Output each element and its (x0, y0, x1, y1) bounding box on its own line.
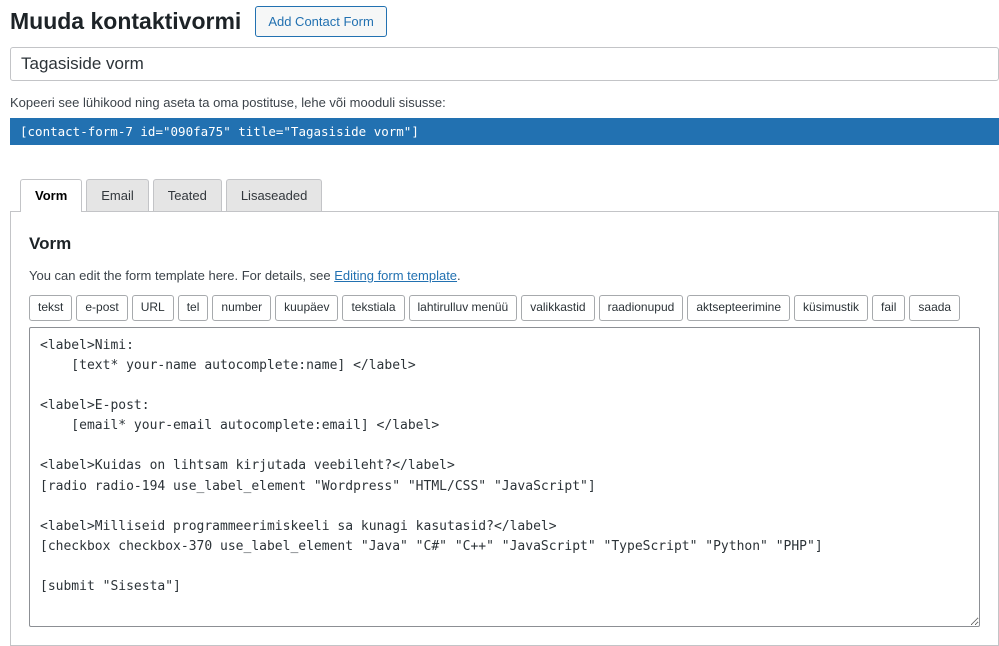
contact-form-edit-page: Muuda kontaktivormi Add Contact Form Kop… (0, 0, 999, 646)
tag-button-tekst[interactable]: tekst (29, 295, 72, 321)
editor-tabs: VormEmailTeatedLisaseaded (20, 179, 999, 211)
tag-button-lahtirulluv-menüü[interactable]: lahtirulluv menüü (409, 295, 518, 321)
tag-button-aktsepteerimine[interactable]: aktsepteerimine (687, 295, 790, 321)
tag-button-tel[interactable]: tel (178, 295, 209, 321)
form-panel: Vorm You can edit the form template here… (10, 211, 999, 646)
help-paragraph: You can edit the form template here. For… (29, 268, 980, 283)
page-header: Muuda kontaktivormi Add Contact Form (10, 6, 999, 37)
form-title-input[interactable] (10, 47, 999, 81)
tab-vorm[interactable]: Vorm (20, 179, 82, 212)
tag-generator-row: tekste-postURLtelnumberkuupäevtekstialal… (29, 295, 980, 321)
tag-button-fail[interactable]: fail (872, 295, 905, 321)
tag-button-küsimustik[interactable]: küsimustik (794, 295, 868, 321)
shortcode-field[interactable]: [contact-form-7 id="090fa75" title="Taga… (10, 118, 999, 145)
tag-button-valikkastid[interactable]: valikkastid (521, 295, 594, 321)
add-contact-form-button[interactable]: Add Contact Form (255, 6, 387, 37)
panel-heading: Vorm (29, 234, 980, 254)
tag-button-saada[interactable]: saada (909, 295, 960, 321)
tag-button-kuupäev[interactable]: kuupäev (275, 295, 338, 321)
shortcode-text: [contact-form-7 id="090fa75" title="Taga… (20, 124, 419, 139)
tab-email[interactable]: Email (86, 179, 149, 211)
tag-button-url[interactable]: URL (132, 295, 174, 321)
form-template-textarea[interactable]: <label>Nimi: [text* your-name autocomple… (29, 327, 980, 627)
shortcode-instruction: Kopeeri see lühikood ning aseta ta oma p… (10, 95, 999, 110)
help-text-period: . (457, 268, 461, 283)
tag-button-e-post[interactable]: e-post (76, 295, 127, 321)
help-text: You can edit the form template here. For… (29, 268, 334, 283)
page-title: Muuda kontaktivormi (10, 7, 241, 37)
form-editor: VormEmailTeatedLisaseaded Vorm You can e… (10, 179, 999, 646)
tab-lisaseaded[interactable]: Lisaseaded (226, 179, 323, 211)
tag-button-number[interactable]: number (212, 295, 271, 321)
tag-button-raadionupud[interactable]: raadionupud (599, 295, 684, 321)
editing-form-template-link[interactable]: Editing form template (334, 268, 457, 283)
tag-button-tekstiala[interactable]: tekstiala (342, 295, 404, 321)
tab-teated[interactable]: Teated (153, 179, 222, 211)
